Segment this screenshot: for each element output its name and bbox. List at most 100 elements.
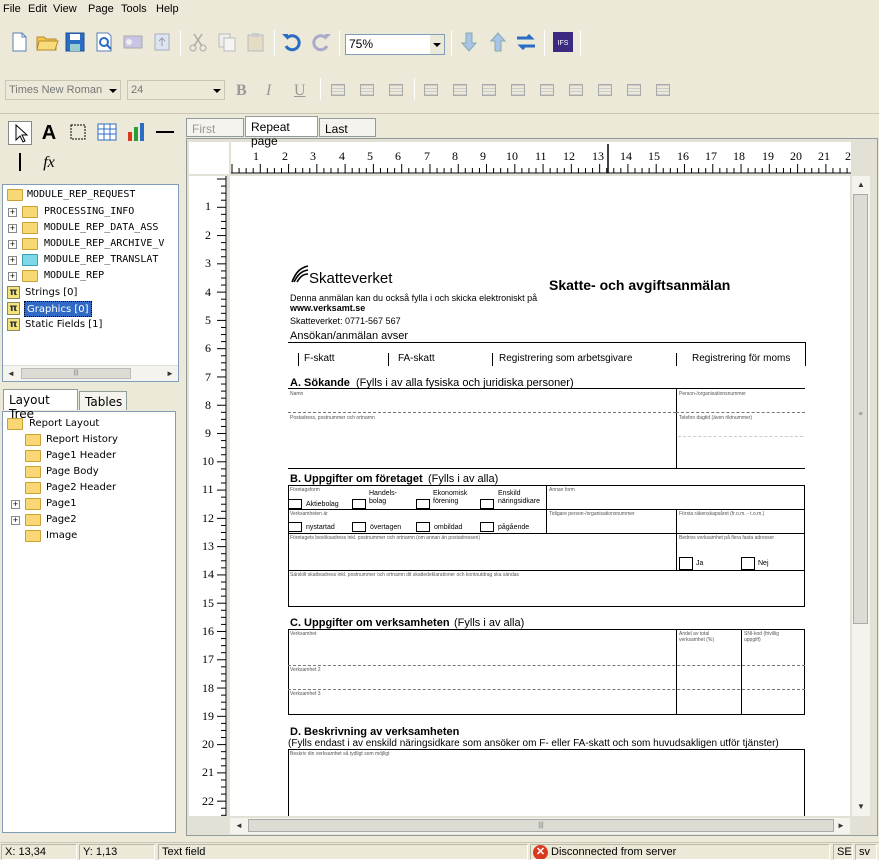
chevron-down-icon[interactable]: [210, 81, 224, 100]
align-right-icon[interactable]: [389, 84, 403, 96]
menu-help[interactable]: Help: [156, 3, 179, 15]
expand-icon[interactable]: +: [8, 208, 17, 217]
page-horizontal-scrollbar[interactable]: ◄ ||| ►: [230, 818, 850, 834]
expand-icon[interactable]: +: [8, 240, 17, 249]
ruler-corner: [189, 142, 229, 174]
folder-icon: [25, 514, 41, 526]
chevron-down-icon[interactable]: [106, 81, 120, 100]
ruler-label: 16: [202, 624, 214, 638]
same-size-icon[interactable]: [656, 84, 670, 96]
checkbox-ja[interactable]: [679, 557, 693, 570]
menu-page[interactable]: Page: [88, 3, 114, 15]
copy-icon[interactable]: [215, 30, 239, 54]
menu-tools[interactable]: Tools: [121, 3, 147, 15]
redo-icon[interactable]: [309, 30, 333, 54]
bold-icon[interactable]: B: [236, 82, 247, 100]
checkbox-hb[interactable]: [352, 499, 366, 509]
chevron-down-icon[interactable]: [430, 35, 444, 54]
checkbox-ab[interactable]: [288, 499, 302, 509]
tab-first-page[interactable]: First page: [186, 118, 244, 150]
expand-icon[interactable]: +: [11, 500, 20, 509]
save-icon[interactable]: [63, 30, 87, 54]
scrollbar-thumb[interactable]: ≡: [853, 194, 868, 624]
undo-icon[interactable]: [280, 30, 304, 54]
table-tool-icon[interactable]: [95, 121, 119, 145]
align-objects-bottom-icon[interactable]: [511, 84, 525, 96]
checkbox-overtagen[interactable]: [352, 522, 366, 532]
scroll-up-icon[interactable]: ▲: [854, 178, 868, 192]
report-page[interactable]: Skatteverket Skatte- och avgiftsanmälan …: [230, 176, 850, 816]
arrow-down-icon[interactable]: [457, 30, 481, 54]
rectangle-tool-icon[interactable]: [66, 121, 90, 145]
export-icon[interactable]: [150, 30, 174, 54]
font-size-select[interactable]: 24: [127, 80, 225, 100]
vertical-line-tool-icon[interactable]: [8, 151, 32, 175]
checkbox-ef[interactable]: [416, 499, 430, 509]
ifs-logo-icon[interactable]: IFS: [551, 30, 575, 54]
swap-icon[interactable]: [514, 30, 538, 54]
align-objects-right-icon[interactable]: [482, 84, 496, 96]
expand-icon[interactable]: +: [11, 516, 20, 525]
folder-icon: [25, 498, 41, 510]
skatteverket-logo-icon: [290, 264, 310, 284]
folder-icon: [22, 270, 38, 282]
align-objects-top-icon[interactable]: [540, 84, 554, 96]
field-postadress: Postadress, postnummer och ortnamn: [290, 415, 375, 421]
menu-view[interactable]: View: [53, 3, 77, 15]
checkbox-ombildad[interactable]: [416, 522, 430, 532]
folder-icon: [25, 450, 41, 462]
print-preview-icon[interactable]: [92, 30, 116, 54]
cut-icon[interactable]: [186, 30, 210, 54]
checkbox-nystartad[interactable]: [288, 522, 302, 532]
new-document-icon[interactable]: [7, 30, 31, 54]
function-tool-icon[interactable]: fx: [37, 151, 61, 175]
same-height-icon[interactable]: [627, 84, 641, 96]
italic-icon[interactable]: I: [266, 82, 271, 100]
expand-icon[interactable]: +: [8, 224, 17, 233]
menu-bar: File Edit View Page Tools Help: [0, 0, 879, 19]
same-width-icon[interactable]: [598, 84, 612, 96]
paste-icon[interactable]: [244, 30, 268, 54]
scrollbar-thumb[interactable]: |||: [248, 819, 834, 832]
text-tool-icon[interactable]: A: [37, 121, 61, 145]
tab-layout-tree[interactable]: Layout Tree: [3, 389, 78, 421]
align-center-icon[interactable]: [360, 84, 374, 96]
ruler-label: 8: [452, 149, 458, 163]
page-vertical-scrollbar[interactable]: ▲ ≡ ▼: [852, 176, 870, 816]
section-c-box: [288, 629, 805, 715]
align-objects-left-icon[interactable]: [424, 84, 438, 96]
left-tab-strip: Layout Tree Tables: [2, 389, 180, 421]
horizontal-line-tool-icon[interactable]: [153, 121, 177, 145]
ruler-label: 15: [648, 149, 660, 163]
tree-horizontal-scrollbar[interactable]: ◄ ||| ►: [3, 365, 178, 381]
ruler-label: 19: [762, 149, 774, 163]
align-objects-center-icon[interactable]: [453, 84, 467, 96]
tab-repeat-page[interactable]: Repeat page: [245, 116, 318, 148]
pointer-tool-icon[interactable]: [8, 121, 32, 145]
align-objects-middle-icon[interactable]: [569, 84, 583, 96]
scroll-left-icon[interactable]: ◄: [4, 367, 18, 381]
checkbox-en[interactable]: [480, 499, 494, 509]
scroll-down-icon[interactable]: ▼: [854, 800, 868, 814]
data-source-icon[interactable]: [121, 30, 145, 54]
checkbox-pagaende[interactable]: [480, 522, 494, 532]
arrow-up-icon[interactable]: [486, 30, 510, 54]
scroll-left-icon[interactable]: ◄: [232, 819, 246, 833]
scroll-right-icon[interactable]: ►: [834, 819, 848, 833]
tab-tables[interactable]: Tables: [79, 391, 127, 410]
zoom-select[interactable]: 75%: [345, 34, 445, 55]
open-folder-icon[interactable]: [35, 30, 59, 54]
chart-tool-icon[interactable]: [124, 121, 148, 145]
expand-icon[interactable]: +: [8, 256, 17, 265]
scrollbar-thumb[interactable]: |||: [21, 368, 131, 379]
menu-edit[interactable]: Edit: [28, 3, 47, 15]
scroll-right-icon[interactable]: ►: [163, 367, 177, 381]
checkbox-nej[interactable]: [741, 557, 755, 570]
underline-icon[interactable]: U: [294, 82, 306, 100]
menu-file[interactable]: File: [3, 3, 21, 15]
tab-last-page[interactable]: Last page: [319, 118, 376, 150]
label-ombildad: ombildad: [434, 524, 463, 531]
font-family-select[interactable]: Times New Roman: [5, 80, 121, 100]
align-left-icon[interactable]: [331, 84, 345, 96]
expand-icon[interactable]: +: [8, 272, 17, 281]
